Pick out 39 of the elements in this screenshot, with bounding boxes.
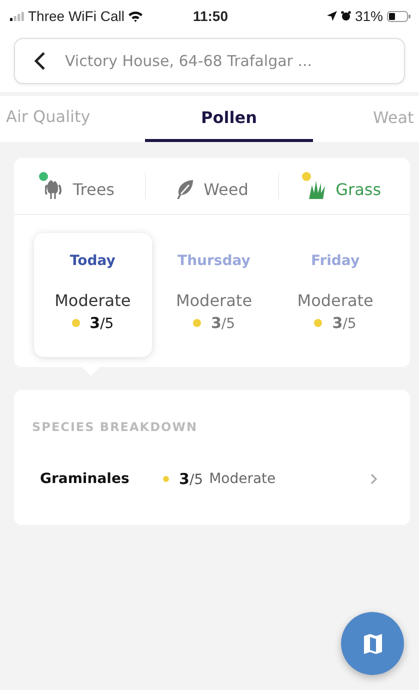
day-name: Today xyxy=(70,253,116,269)
pollen-score: 3/5 xyxy=(179,470,204,488)
day-forecast-card[interactable]: Friday Moderate 3/5 xyxy=(276,233,394,357)
wifi-icon xyxy=(128,10,144,22)
category-tab[interactable]: Air Quality xyxy=(0,96,145,139)
day-forecast-card[interactable]: Today Moderate 3/5 xyxy=(34,233,152,357)
pollen-type-tab[interactable]: Weed xyxy=(146,169,278,203)
species-row[interactable]: Graminales 3/5 Moderate xyxy=(32,470,410,488)
section-heading: SPECIES BREAKDOWN xyxy=(32,420,199,434)
map-icon xyxy=(362,632,384,654)
chevron-icon xyxy=(370,473,378,485)
day-name: Friday xyxy=(311,253,360,269)
pollen-score: 3/5 xyxy=(90,314,114,332)
pollen-type-tab[interactable]: Grass xyxy=(278,169,410,203)
pollen-level: Moderate xyxy=(176,291,252,310)
category-tab[interactable]: Weat xyxy=(313,96,414,142)
trees-icon xyxy=(44,179,63,200)
battery-icon xyxy=(386,10,411,22)
pollen-level: Moderate xyxy=(54,291,131,310)
location-arrow-icon xyxy=(326,11,337,21)
battery-percent: 31% xyxy=(354,8,383,24)
location-text: Victory House, 64-68 Trafalgar ... xyxy=(65,52,314,70)
pollen-level: Moderate xyxy=(297,291,374,310)
map-button[interactable] xyxy=(341,612,404,675)
leaf-icon xyxy=(176,179,194,200)
pollen-score: 3/5 xyxy=(332,314,356,332)
signal-icon xyxy=(10,12,24,20)
pollen-type-tab[interactable]: Trees xyxy=(14,169,146,203)
day-forecast-card[interactable]: Thursday Moderate 3/5 xyxy=(154,233,273,357)
location-search-field[interactable]: Victory House, 64-68 Trafalgar ... xyxy=(14,38,405,84)
pollen-score: 3/5 xyxy=(210,314,236,332)
category-tab[interactable]: Pollen xyxy=(145,96,313,142)
carrier-name: Three WiFi Call xyxy=(28,8,124,24)
clock-time: 11:50 xyxy=(192,8,228,24)
day-name: Thursday xyxy=(178,253,250,269)
alarm-clock-icon xyxy=(340,11,351,21)
pollen-level: Moderate xyxy=(209,471,277,487)
back-icon[interactable] xyxy=(33,51,47,71)
species-name: Graminales xyxy=(39,471,130,487)
